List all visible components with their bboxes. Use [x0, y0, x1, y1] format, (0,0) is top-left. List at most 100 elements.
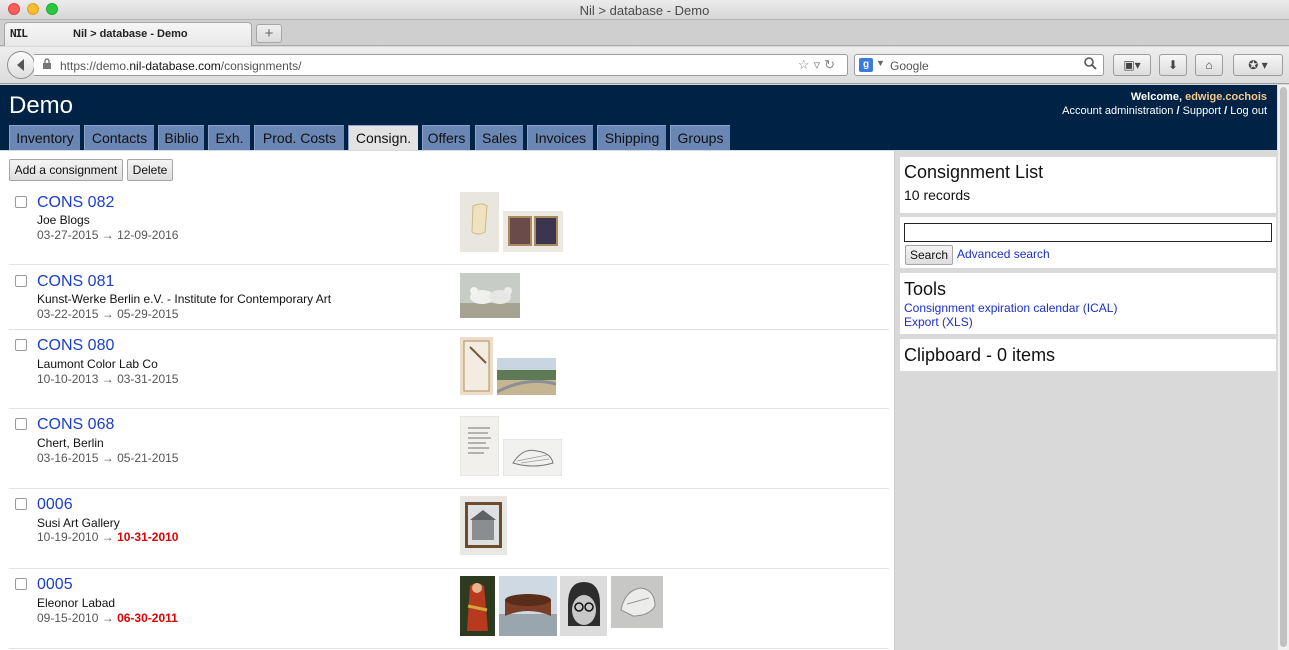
consignment-title-link[interactable]: CONS 082: [37, 194, 114, 212]
browser-tab-title: Nil > database - Demo: [73, 28, 188, 40]
consignment-contact: Eleonor Labad: [37, 596, 116, 610]
consignment-list-panel: Consignment List 10 records: [900, 157, 1276, 213]
artwork-thumbnail[interactable]: [460, 576, 495, 636]
browser-tabbar: NIL Nil > database - Demo +: [0, 20, 1289, 46]
lock-icon: [42, 58, 52, 73]
home-button[interactable]: ⌂: [1195, 54, 1223, 76]
artwork-thumbnail[interactable]: [499, 576, 557, 636]
consignment-dates: 10-19-2010 → 10-31-2010: [37, 530, 179, 544]
extension-menu-button[interactable]: ✪ ▾: [1233, 54, 1283, 76]
user-panel: Welcome, edwige.cochois Account administ…: [1062, 90, 1267, 118]
artwork-thumbnail[interactable]: [460, 273, 520, 318]
logout-link[interactable]: Log out: [1230, 105, 1267, 117]
window-title: Nil > database - Demo: [579, 3, 710, 18]
tab-shipping[interactable]: Shipping: [597, 125, 666, 150]
username[interactable]: edwige.cochois: [1185, 91, 1267, 103]
consignment-list-main: Add a consignment Delete CONS 082 Joe Bl…: [0, 151, 895, 650]
consignment-contact: Joe Blogs: [37, 213, 90, 227]
add-consignment-button[interactable]: Add a consignment: [9, 159, 123, 181]
tab-offers[interactable]: Offers: [422, 125, 470, 150]
new-tab-button[interactable]: +: [256, 24, 282, 43]
row-checkbox[interactable]: [15, 418, 27, 430]
consignment-row: CONS 080 Laumont Color Lab Co 10-10-2013…: [9, 330, 889, 409]
extension-icon: ✪ ▾: [1248, 58, 1268, 72]
consignment-dates: 03-27-2015 → 12-09-2016: [37, 228, 179, 242]
brand-title[interactable]: Demo: [9, 92, 73, 120]
artwork-thumbnail[interactable]: [460, 416, 499, 476]
consignment-title-link[interactable]: CONS 081: [37, 273, 114, 291]
consignment-contact: Laumont Color Lab Co: [37, 357, 158, 371]
scrollbar-thumb[interactable]: [1280, 87, 1287, 647]
bookmarks-star-icon: ▣▾: [1123, 58, 1141, 72]
search-input[interactable]: [904, 223, 1272, 242]
row-checkbox[interactable]: [15, 196, 27, 208]
tab-contacts[interactable]: Contacts: [84, 125, 154, 150]
xls-export-link[interactable]: Export (XLS): [904, 315, 973, 329]
consignment-title-link[interactable]: CONS 068: [37, 416, 114, 434]
tab-groups[interactable]: Groups: [670, 125, 730, 150]
artwork-thumbnail[interactable]: [497, 358, 556, 395]
row-checkbox[interactable]: [15, 275, 27, 287]
tab-consign[interactable]: Consign.: [348, 125, 418, 150]
reload-icon[interactable]: ↻: [824, 57, 839, 72]
search-panel: Search Advanced search: [900, 217, 1276, 268]
consignment-title-link[interactable]: 0006: [37, 496, 73, 514]
consignment-dates: 03-16-2015 → 05-21-2015: [37, 451, 179, 465]
artwork-thumbnail[interactable]: [503, 211, 563, 252]
consignment-row: CONS 082 Joe Blogs 03-27-2015 → 12-09-20…: [9, 191, 889, 265]
artwork-thumbnail[interactable]: [460, 192, 499, 252]
artwork-thumbnail[interactable]: [503, 439, 562, 476]
consignment-dates: 09-15-2010 → 06-30-2011: [37, 611, 178, 625]
downloads-button[interactable]: ⬇: [1159, 54, 1187, 76]
search-bar[interactable]: g ▼ Google: [854, 54, 1104, 76]
account-administration-link[interactable]: Account administration: [1062, 105, 1173, 117]
nil-favicon-icon: NIL: [10, 27, 28, 40]
google-icon[interactable]: g: [859, 58, 873, 72]
separator: /: [1224, 105, 1228, 117]
welcome-label: Welcome,: [1130, 91, 1183, 103]
url-bar[interactable]: https://demo.nil-database.com/consignmen…: [34, 54, 848, 76]
advanced-search-link[interactable]: Advanced search: [957, 247, 1050, 261]
url-actions: ☆▿↻: [798, 57, 839, 73]
ical-export-link[interactable]: Consignment expiration calendar (ICAL): [904, 301, 1117, 315]
artwork-thumbnail[interactable]: [460, 337, 493, 395]
back-button[interactable]: [7, 51, 35, 79]
magnifier-icon[interactable]: [1084, 57, 1097, 73]
row-checkbox[interactable]: [15, 339, 27, 351]
bookmarks-button[interactable]: ▣▾: [1113, 54, 1151, 76]
tab-invoices[interactable]: Invoices: [527, 125, 593, 150]
clipboard-title[interactable]: Clipboard - 0 items: [904, 345, 1055, 366]
tools-title: Tools: [904, 279, 947, 299]
tab-biblio[interactable]: Biblio: [158, 125, 204, 150]
bookmark-star-icon[interactable]: ☆: [798, 57, 814, 72]
consignment-contact: Kunst-Werke Berlin e.V. - Institute for …: [37, 292, 332, 306]
consignment-title-link[interactable]: 0005: [37, 576, 73, 594]
tab-exh[interactable]: Exh.: [208, 125, 250, 150]
artwork-thumbnail[interactable]: [460, 496, 507, 555]
download-arrow-icon: ⬇: [1167, 58, 1179, 72]
artwork-thumbnail[interactable]: [560, 576, 607, 636]
consignment-contact: Chert, Berlin: [37, 436, 104, 450]
page-scrollbar[interactable]: [1277, 85, 1289, 650]
row-checkbox[interactable]: [15, 498, 27, 510]
browser-navbar: https://demo.nil-database.com/consignmen…: [0, 47, 1289, 84]
consignment-dates: 10-10-2013 → 03-31-2015: [37, 372, 179, 386]
tab-sales[interactable]: Sales: [475, 125, 523, 150]
tab-prod-costs[interactable]: Prod. Costs: [254, 125, 344, 150]
support-link[interactable]: Support: [1183, 105, 1222, 117]
consignment-row: 0006 Susi Art Gallery 10-19-2010 → 10-31…: [9, 489, 889, 569]
consignment-dates: 03-22-2015 → 05-29-2015: [37, 307, 179, 321]
row-checkbox[interactable]: [15, 578, 27, 590]
browser-tab[interactable]: NIL Nil > database - Demo: [4, 22, 252, 46]
search-engine-caret-icon[interactable]: ▼: [876, 58, 885, 68]
tab-inventory[interactable]: Inventory: [9, 125, 80, 150]
dropdown-caret-icon[interactable]: ▿: [814, 57, 825, 72]
delete-button[interactable]: Delete: [127, 159, 173, 181]
artwork-thumbnail[interactable]: [611, 576, 663, 628]
consignment-row: CONS 068 Chert, Berlin 03-16-2015 → 05-2…: [9, 409, 889, 489]
back-arrow-icon: [17, 59, 24, 71]
search-placeholder: Google: [890, 59, 929, 73]
consignment-title-link[interactable]: CONS 080: [37, 337, 114, 355]
record-count: 10 records: [904, 187, 971, 203]
search-button[interactable]: Search: [905, 245, 953, 265]
